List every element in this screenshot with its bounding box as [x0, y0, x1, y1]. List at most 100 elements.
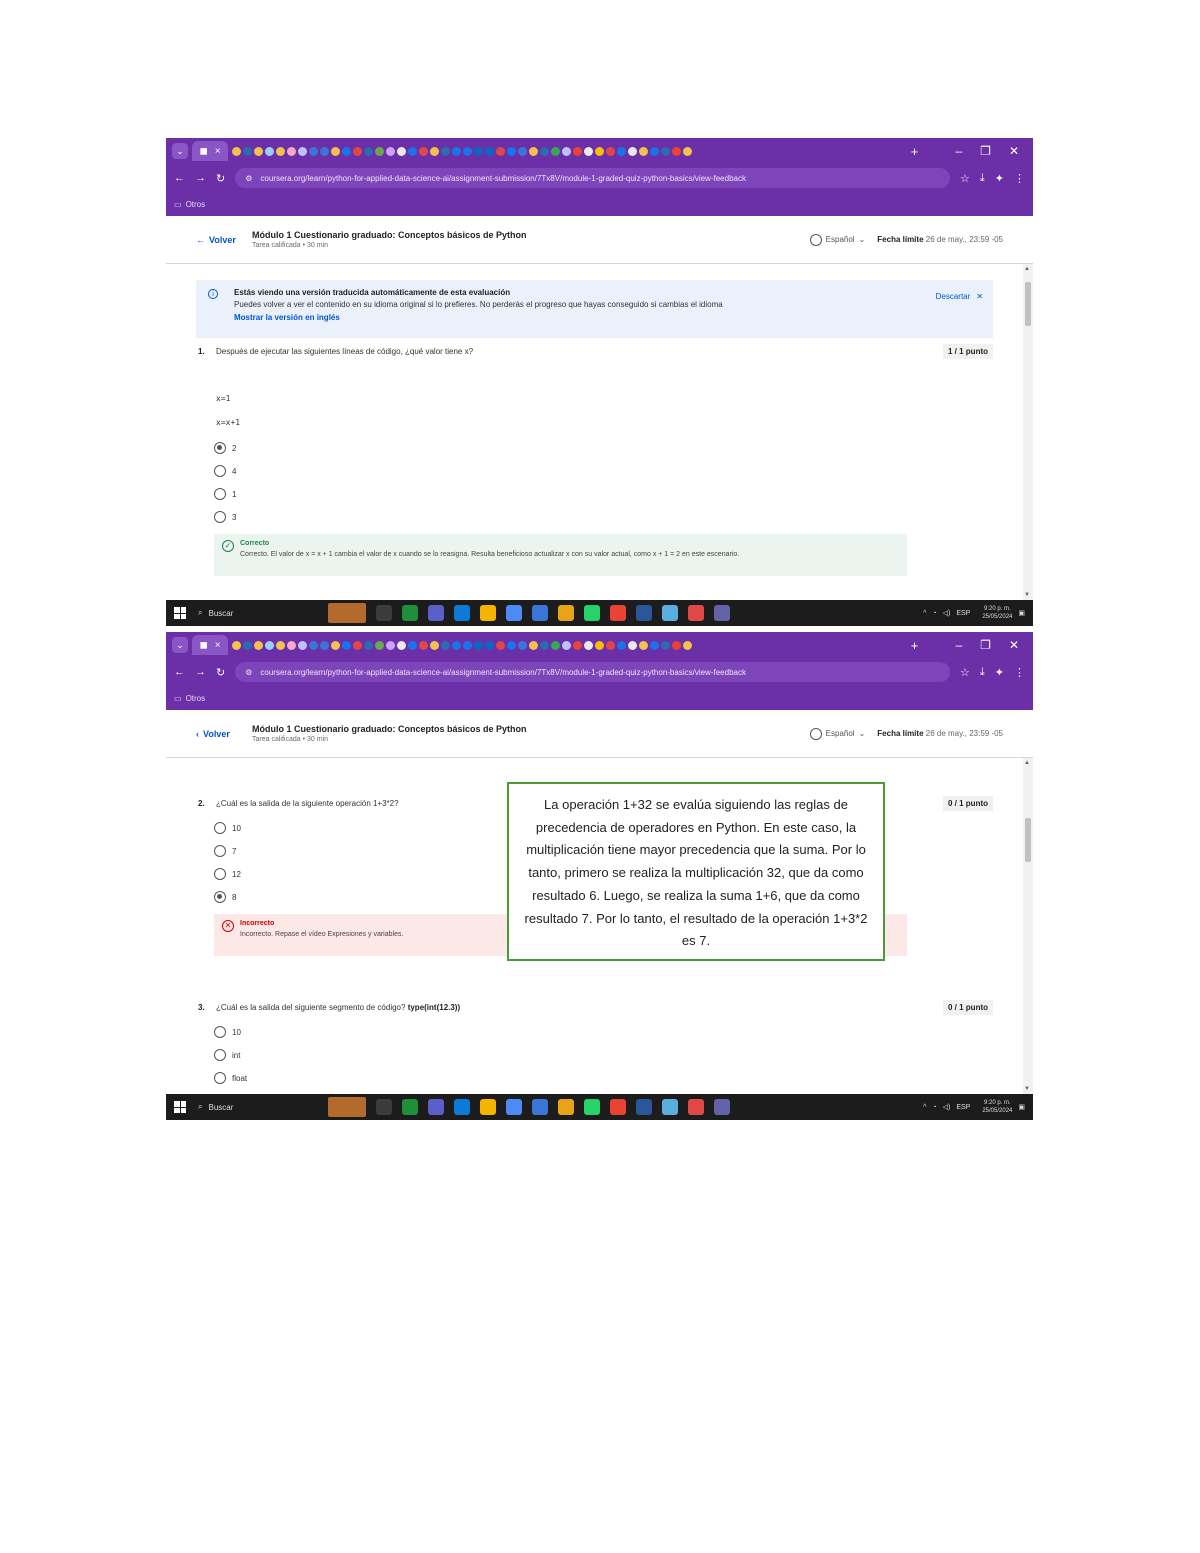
site-info-icon[interactable]: ⚙: [245, 668, 252, 677]
tab-favicon[interactable]: [683, 146, 692, 156]
windows-start-icon[interactable]: [174, 607, 186, 619]
input-language[interactable]: ESP: [956, 1104, 970, 1111]
input-language[interactable]: ESP: [956, 610, 970, 617]
clock[interactable]: 9:20 p. m. 25/05/2024: [982, 605, 1012, 621]
radio[interactable]: [214, 511, 226, 523]
tab-strip[interactable]: [232, 640, 903, 650]
tab-favicon[interactable]: [661, 146, 670, 156]
q2-option[interactable]: 8: [214, 891, 236, 903]
close-window-button[interactable]: ✕: [1009, 144, 1019, 158]
tab-favicon[interactable]: [474, 146, 483, 156]
tab-favicon[interactable]: [265, 640, 274, 650]
q3-option[interactable]: 10: [214, 1026, 241, 1038]
tab-favicon[interactable]: [617, 146, 626, 156]
tab-favicon[interactable]: [540, 640, 549, 650]
taskbar-app-icon[interactable]: [558, 605, 574, 621]
tab-favicon[interactable]: [606, 146, 615, 156]
taskbar-app-icon[interactable]: [636, 605, 652, 621]
back-link[interactable]: ‹ Volver: [196, 729, 252, 739]
clock[interactable]: 9:20 p. m. 25/05/2024: [982, 1099, 1012, 1115]
language-selector[interactable]: Español ⌄: [809, 727, 865, 740]
tab-favicon[interactable]: [639, 146, 648, 156]
tab-favicon[interactable]: [562, 146, 571, 156]
download-icon[interactable]: ⤓: [980, 172, 985, 185]
tab-favicon[interactable]: [342, 146, 351, 156]
tab-favicon[interactable]: [518, 146, 527, 156]
tab-favicon[interactable]: [320, 146, 329, 156]
tab-favicon[interactable]: [529, 640, 538, 650]
new-tab-button[interactable]: +: [907, 144, 921, 159]
radio-selected[interactable]: [214, 891, 226, 903]
tab-favicon[interactable]: [507, 146, 516, 156]
tab-favicon[interactable]: [331, 640, 340, 650]
tab-favicon[interactable]: [232, 146, 241, 156]
menu-dots-icon[interactable]: ⋮: [1014, 666, 1025, 679]
radio[interactable]: [214, 488, 226, 500]
tab-favicon[interactable]: [452, 640, 461, 650]
notification-icon[interactable]: ▣: [1018, 1103, 1025, 1111]
q2-option[interactable]: 7: [214, 845, 236, 857]
tab-favicon[interactable]: [485, 146, 494, 156]
tab-favicon[interactable]: [639, 640, 648, 650]
taskbar-app-icon[interactable]: [584, 605, 600, 621]
radio[interactable]: [214, 465, 226, 477]
language-selector[interactable]: Español ⌄: [809, 233, 865, 246]
taskbar-app-icon[interactable]: [428, 605, 444, 621]
tab-favicon[interactable]: [375, 146, 384, 156]
back-arrow-icon[interactable]: ←: [174, 666, 185, 678]
tab-favicon[interactable]: [551, 146, 560, 156]
tab-favicon[interactable]: [562, 640, 571, 650]
taskbar-app-icon[interactable]: [376, 1099, 392, 1115]
taskbar-app-icon[interactable]: [328, 1097, 366, 1117]
tab-favicon[interactable]: [331, 146, 340, 156]
tab-favicon[interactable]: [243, 640, 252, 650]
radio[interactable]: [214, 868, 226, 880]
tab-favicon[interactable]: [276, 640, 285, 650]
tab-favicon[interactable]: [650, 146, 659, 156]
tab-favicon[interactable]: [573, 640, 582, 650]
q1-option[interactable]: 1: [214, 488, 236, 500]
tab-favicon[interactable]: [364, 640, 373, 650]
tab-favicon[interactable]: [419, 146, 428, 156]
tab-favicon[interactable]: [463, 146, 472, 156]
taskbar-app-icon[interactable]: [532, 605, 548, 621]
reload-icon[interactable]: ↻: [216, 172, 225, 185]
tab-favicon[interactable]: [408, 640, 417, 650]
wifi-icon[interactable]: ◔: [932, 1104, 936, 1111]
site-info-icon[interactable]: ⚙: [245, 174, 252, 183]
taskbar-app-icon[interactable]: [402, 605, 418, 621]
tab-favicon[interactable]: [474, 640, 483, 650]
radio[interactable]: [214, 1072, 226, 1084]
tab-favicon[interactable]: [661, 640, 670, 650]
tab-favicon[interactable]: [397, 640, 406, 650]
tab-favicon[interactable]: [441, 640, 450, 650]
dismiss-button[interactable]: Descartar ✕: [936, 292, 983, 301]
tab-favicon[interactable]: [243, 146, 252, 156]
tab-favicon[interactable]: [430, 640, 439, 650]
taskbar-app-icon[interactable]: [454, 605, 470, 621]
url-field[interactable]: ⚙ coursera.org/learn/python-for-applied-d…: [235, 662, 951, 682]
tab-favicon[interactable]: [584, 640, 593, 650]
taskbar-app-icon[interactable]: [662, 1099, 678, 1115]
tab-favicon[interactable]: [375, 640, 384, 650]
scrollbar[interactable]: ▲ ▼: [1023, 758, 1033, 1094]
download-icon[interactable]: ⤓: [980, 666, 985, 679]
radio[interactable]: [214, 1026, 226, 1038]
taskbar-app-icon[interactable]: [688, 1099, 704, 1115]
tab-favicon[interactable]: [441, 146, 450, 156]
scroll-thumb[interactable]: [1025, 818, 1031, 862]
taskbar-app-icon[interactable]: [688, 605, 704, 621]
extensions-icon[interactable]: ✦: [995, 172, 1004, 185]
tab-favicon[interactable]: [617, 640, 626, 650]
q1-option[interactable]: 2: [214, 442, 236, 454]
tab-favicon[interactable]: [320, 640, 329, 650]
tab-favicon[interactable]: [419, 640, 428, 650]
tab-favicon[interactable]: [584, 146, 593, 156]
taskbar-search[interactable]: ⌕ Buscar: [198, 608, 308, 618]
tab-favicon[interactable]: [232, 640, 241, 650]
q3-option[interactable]: float: [214, 1072, 247, 1084]
q2-option[interactable]: 12: [214, 868, 241, 880]
tab-favicon[interactable]: [309, 640, 318, 650]
taskbar-app-icon[interactable]: [610, 1099, 626, 1115]
forward-arrow-icon[interactable]: →: [195, 666, 206, 678]
